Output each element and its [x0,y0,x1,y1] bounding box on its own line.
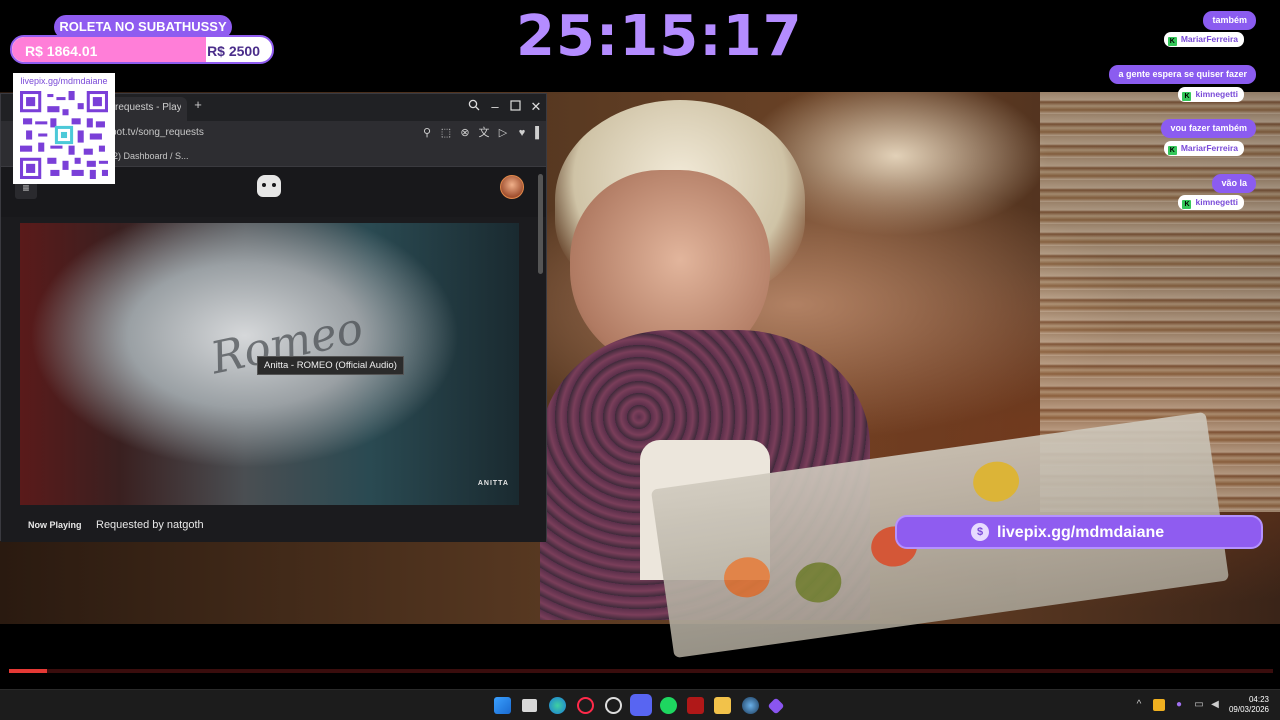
player-area: Romeo ANITTA Anitta - ROMEO (Official Au… [1,217,546,542]
chat-message: também [1203,11,1256,30]
microphone-icon[interactable]: ● [1173,699,1185,711]
twitch-studio-icon[interactable] [767,697,785,715]
voicemod-icon[interactable] [687,697,704,714]
windows-start-icon[interactable] [494,697,511,714]
new-tab-icon[interactable]: + [191,98,205,112]
video-progress-fill [9,669,47,673]
song-title-tooltip: Anitta - ROMEO (Official Audio) [257,356,404,375]
close-icon[interactable]: ✕ [528,99,544,115]
minimize-icon[interactable]: – [487,99,503,115]
chat-username-text: MariarFerreira [1180,34,1238,44]
chat-message: vão la [1212,174,1256,193]
qr-code [20,91,108,179]
donation-goal-bar: R$ 1864.01 R$ 2500 [10,35,274,64]
qr-url: livepix.gg/mdmdaiane [20,76,108,86]
goal-target-amount: R$ 2500 [207,43,260,59]
screenshot-icon[interactable]: ⬚ [439,125,453,141]
video-progress-bar[interactable] [9,669,1273,673]
file-explorer-icon[interactable] [714,697,731,714]
task-view-icon[interactable] [522,699,537,712]
pin-icon[interactable]: ⚲ [420,125,434,141]
edge-icon[interactable] [549,697,566,714]
taskbar: ^ ● ▭ ◀ 04:23 09/03/2026 [0,689,1280,720]
network-icon[interactable]: ▭ [1193,699,1205,711]
volume-icon[interactable]: ◀ [1209,699,1221,711]
heart-icon[interactable]: ♥ [515,125,529,141]
chat-username-text: MariarFerreira [1180,143,1238,153]
requested-by-text: Requested by natgoth [96,519,204,531]
chat-message: a gente espera se quiser fazer [1109,65,1256,84]
now-playing-label: Now Playing [28,520,82,530]
chat-username-text: kimnegetti [1195,197,1238,207]
bot-logo-icon [257,175,281,197]
obs-icon[interactable] [605,697,622,714]
spotify-icon[interactable] [660,697,677,714]
avatar[interactable] [500,175,524,199]
livepix-icon: $ [971,523,989,541]
chat-username: K MariarFerreira [1163,141,1244,156]
play-icon[interactable]: ▷ [496,125,510,141]
goal-current-amount: R$ 1864.01 [25,43,98,59]
tab-label: requests - Playin [115,102,181,113]
screen: ROLETA NO SUBATHUSSY R$ 1864.01 R$ 2500 … [0,0,1280,720]
opera-gx-icon[interactable] [577,697,594,714]
chat-username: Kkimnegetti [1178,195,1244,210]
livepix-banner: $ livepix.gg/mdmdaiane [895,515,1263,549]
clock-date: 09/03/2026 [1228,705,1269,714]
search-tabs-icon[interactable] [466,99,482,115]
kick-badge-icon: K [1182,200,1192,209]
bookmark-dashboard[interactable]: 2) Dashboard / S... [113,151,189,161]
scrollbar[interactable] [538,174,543,274]
address-url: pot.tv/song_requests [111,127,204,138]
tray-app-icon[interactable] [1153,699,1165,711]
subathon-timer: 25:15:17 [516,4,803,69]
chat-username: Kkimnegetti [1178,87,1244,102]
chat-username-text: kimnegetti [1195,89,1238,99]
album-art-brand: ANITTA [477,480,509,487]
chevron-up-icon[interactable]: ^ [1133,699,1145,711]
block-icon[interactable]: ⊗ [458,125,472,141]
kick-badge-icon: K [1182,92,1192,101]
taskbar-clock[interactable]: 04:23 09/03/2026 [1229,695,1269,715]
maximize-icon[interactable] [507,99,523,115]
clock-time: 04:23 [1248,695,1269,704]
chat-username: K MariarFerreira [1163,32,1244,47]
chat-message: vou fazer também [1161,119,1256,138]
steam-icon[interactable] [742,697,759,714]
sidebar-icon[interactable]: ▌ [532,125,546,141]
qr-code-card: livepix.gg/mdmdaiane [13,73,115,184]
kick-badge-icon: K [1167,37,1177,46]
livepix-url: livepix.gg/mdmdaiane [997,524,1165,541]
discord-icon[interactable] [630,694,652,716]
translate-icon[interactable]: 文 [477,125,491,141]
kick-badge-icon: K [1167,146,1177,155]
